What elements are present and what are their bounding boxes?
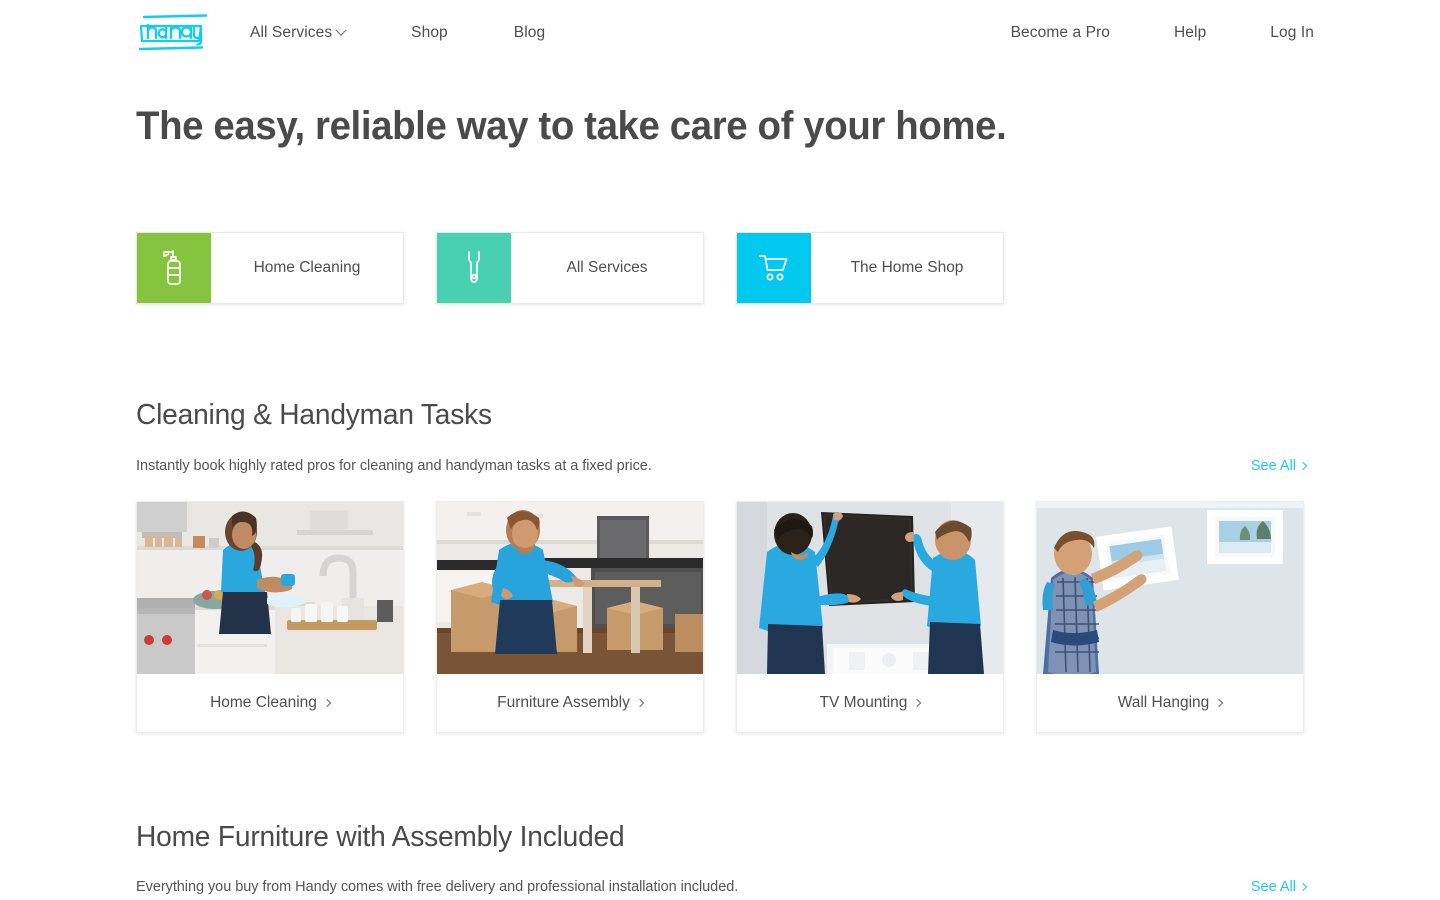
task-card-wall-hanging-caption: Wall Hanging (1037, 674, 1303, 732)
photo-kitchen-dishwashing (137, 502, 403, 674)
secondary-nav: Become a Pro Help Log In (947, 0, 1314, 66)
task-card-wall-hanging[interactable]: Wall Hanging (1036, 501, 1304, 733)
service-entry-cards: Home Cleaning All Services The Home Shop (136, 232, 1036, 304)
entry-card-home-cleaning[interactable]: Home Cleaning (136, 232, 404, 304)
task-card-row: Home Cleaning Furniture Assembly TV Moun… (136, 501, 1336, 733)
entry-card-the-home-shop-label: The Home Shop (850, 259, 964, 276)
task-card-home-cleaning-label: Home Cleaning (210, 694, 317, 711)
chevron-right-icon (1298, 461, 1308, 471)
task-card-tv-mounting[interactable]: TV Mounting (736, 501, 1004, 733)
page-root: All Services Shop Blog Become a Pro Help… (0, 0, 1440, 900)
nav-item-all-services[interactable]: All Services (250, 24, 347, 42)
photo-furniture-assembly (437, 502, 703, 674)
task-card-home-cleaning-image (137, 502, 403, 674)
photo-wall-hanging (1037, 502, 1303, 674)
hero-title: The easy, reliable way to take care of y… (136, 104, 1007, 148)
chevron-down-icon (335, 24, 347, 36)
see-all-link-home-furniture[interactable]: See All (1250, 879, 1308, 895)
nav-item-all-services-label: All Services (250, 24, 333, 41)
chevron-right-icon (322, 698, 332, 708)
section-subtitle-home-furniture: Everything you buy from Handy comes with… (136, 879, 739, 895)
chevron-right-icon (913, 698, 922, 708)
nav-item-help[interactable]: Help (1174, 24, 1206, 42)
shopping-cart-icon (759, 255, 788, 281)
task-card-furniture-assembly-label: Furniture Assembly (497, 694, 630, 711)
entry-card-the-home-shop[interactable]: The Home Shop (736, 232, 1004, 304)
section-title-home-furniture: Home Furniture with Assembly Included (136, 821, 625, 853)
section-title-cleaning-handyman: Cleaning & Handyman Tasks (136, 399, 492, 431)
chevron-right-icon (1298, 882, 1308, 892)
task-card-tv-mounting-label: TV Mounting (819, 694, 908, 711)
nav-item-shop[interactable]: Shop (411, 24, 448, 42)
task-card-home-cleaning-caption: Home Cleaning (137, 674, 403, 732)
task-card-tv-mounting-caption: TV Mounting (737, 674, 1003, 732)
nav-item-log-in[interactable]: Log In (1270, 24, 1314, 42)
photo-tv-mounting (737, 502, 1003, 674)
nav-item-blog[interactable]: Blog (514, 24, 545, 42)
primary-nav: All Services Shop Blog (250, 0, 611, 66)
see-all-label: See All (1250, 458, 1296, 474)
entry-tile-the-home-shop (737, 233, 811, 303)
task-card-furniture-assembly[interactable]: Furniture Assembly (436, 501, 704, 733)
entry-card-home-cleaning-label: Home Cleaning (253, 259, 361, 276)
see-all-label: See All (1250, 879, 1296, 895)
nav-item-become-a-pro[interactable]: Become a Pro (1011, 24, 1110, 42)
wrench-icon (468, 251, 480, 283)
task-card-tv-mounting-image (737, 502, 1003, 674)
section-subtitle-cleaning-handyman: Instantly book highly rated pros for cle… (136, 458, 652, 474)
task-card-wall-hanging-label: Wall Hanging (1117, 694, 1210, 711)
entry-tile-all-services (437, 233, 511, 303)
entry-card-all-services[interactable]: All Services (436, 232, 704, 304)
entry-card-all-services-label: All Services (566, 259, 648, 276)
task-card-furniture-assembly-image (437, 502, 703, 674)
chevron-right-icon (1215, 698, 1224, 708)
task-card-home-cleaning[interactable]: Home Cleaning (136, 501, 404, 733)
task-card-furniture-assembly-caption: Furniture Assembly (437, 674, 703, 732)
handy-logo-icon (138, 14, 208, 51)
task-card-wall-hanging-image (1037, 502, 1303, 674)
spray-bottle-icon (163, 250, 181, 285)
handy-logo[interactable] (136, 14, 210, 52)
see-all-link-cleaning-handyman[interactable]: See All (1250, 458, 1308, 474)
chevron-right-icon (635, 698, 645, 708)
site-header: All Services Shop Blog Become a Pro Help… (0, 0, 1440, 66)
entry-tile-home-cleaning (137, 233, 211, 303)
